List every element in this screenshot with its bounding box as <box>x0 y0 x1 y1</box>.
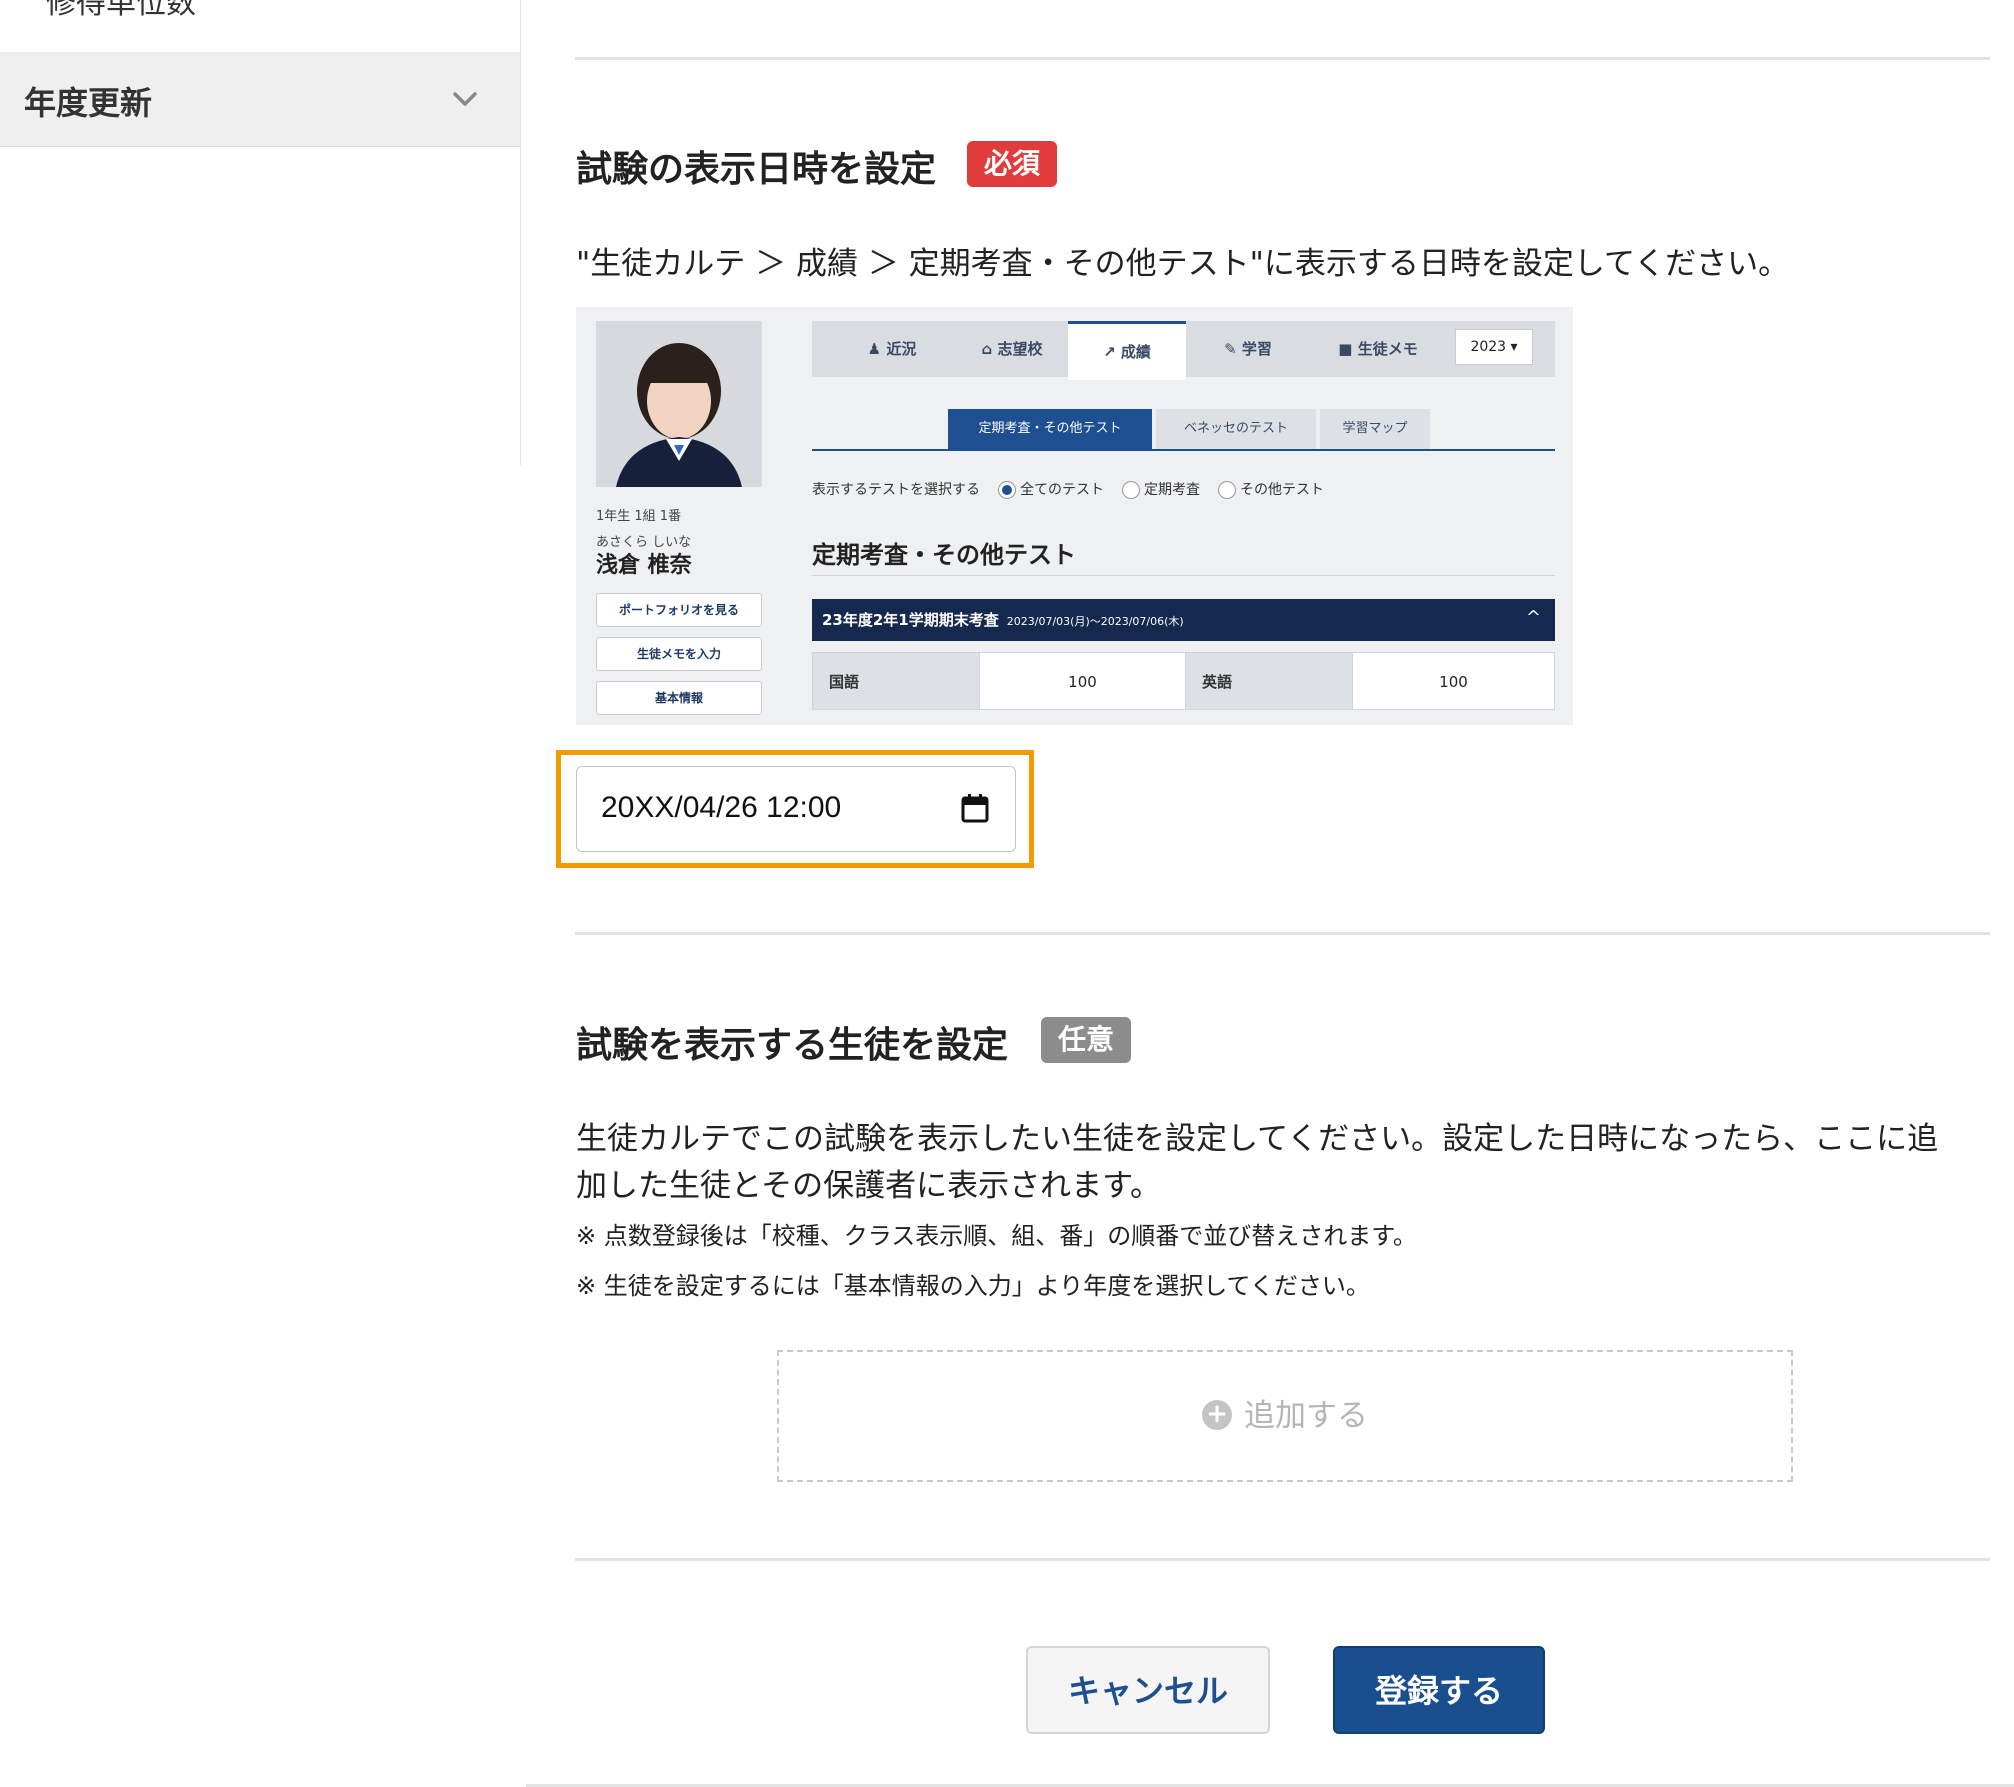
score-subject: 国語 <box>812 652 980 710</box>
divider <box>575 1558 1990 1561</box>
calendar-icon[interactable] <box>961 793 989 823</box>
sidebar-item-year-update[interactable]: 年度更新 <box>0 52 520 147</box>
divider <box>812 449 1555 451</box>
divider <box>575 932 1990 935</box>
radio-all <box>998 481 1016 499</box>
optional-badge: 任意 <box>1041 1017 1131 1063</box>
memo-input-button: 生徒メモを入力 <box>596 637 762 671</box>
subtab-study-map: 学習マップ <box>1320 409 1430 449</box>
tab-grades: ↗ 成績 <box>1068 321 1186 380</box>
sidebar-item-credits[interactable]: 修得単位数 <box>0 0 520 53</box>
portfolio-button: ポートフォリオを見る <box>596 593 762 627</box>
chevron-down-icon[interactable] <box>452 86 478 112</box>
student-photo <box>596 321 762 487</box>
exam-header-bar: 23年度2年1学期期末考査 2023/07/03(月)〜2023/07/06(木)… <box>812 599 1555 641</box>
sidebar: 修得単位数 年度更新 <box>0 0 521 465</box>
plus-circle-icon: + <box>1202 1399 1232 1430</box>
tab-student-memo: ■ 生徒メモ <box>1338 340 1418 358</box>
section-description: "生徒カルテ ＞ 成績 ＞ 定期考査・その他テスト"に表示する日時を設定してくだ… <box>576 246 1790 282</box>
note-sort-order: ※ 点数登録後は「校種、クラス表示順、組、番」の順番で並び替えされます。 <box>576 1222 1417 1250</box>
tab-recent: ♟ 近況 <box>867 340 917 358</box>
display-datetime-input[interactable]: 20XX/04/26 12:00 <box>576 766 1016 852</box>
chevron-up-icon: ^ <box>1525 607 1541 628</box>
tab-study: ✎ 学習 <box>1224 340 1272 358</box>
score-value: 100 <box>979 652 1186 710</box>
sidebar-item-label: 修得単位数 <box>46 0 196 21</box>
add-label: 追加する <box>1244 1398 1368 1434</box>
add-student-button[interactable]: + 追加する <box>777 1350 1793 1482</box>
exam-title: 23年度2年1学期期末考査 <box>822 611 999 629</box>
test-filter-radios: 表示するテストを選択する 全てのテスト 定期考査 その他テスト <box>812 481 1324 499</box>
basic-info-button: 基本情報 <box>596 681 762 715</box>
person-icon: ♟ <box>867 340 887 358</box>
sidebar-item-label: 年度更新 <box>24 84 153 122</box>
memo-icon: ■ <box>1338 340 1358 358</box>
section-description: 加した生徒とその保護者に表示されます。 <box>576 1168 1161 1204</box>
exam-dates: 2023/07/03(月)〜2023/07/06(木) <box>1006 615 1184 628</box>
section-title-display-date: 試験の表示日時を設定 <box>576 149 937 190</box>
student-name: 浅倉 椎奈 <box>596 553 692 578</box>
score-value: 100 <box>1352 652 1555 710</box>
tab-target-school: ⌂ 志望校 <box>981 340 1043 358</box>
chart-icon: ↗ <box>1103 343 1121 361</box>
subtab-regular-exams: 定期考査・その他テスト <box>948 409 1152 449</box>
divider <box>812 575 1555 576</box>
register-button[interactable]: 登録する <box>1333 1646 1545 1734</box>
year-select: 2023 ▾ <box>1455 329 1533 365</box>
example-screenshot: 1年生 1組 1番 あさくら しいな 浅倉 椎奈 ポートフォリオを見る 生徒メモ… <box>576 307 1573 725</box>
section-title-students: 試験を表示する生徒を設定 <box>576 1025 1009 1066</box>
student-grade-class: 1年生 1組 1番 <box>596 509 682 524</box>
building-icon: ⌂ <box>981 340 998 358</box>
note-select-year: ※ 生徒を設定するには「基本情報の入力」より年度を選択してください。 <box>576 1272 1370 1300</box>
preview-heading: 定期考査・その他テスト <box>812 541 1076 569</box>
radio-regular <box>1122 481 1140 499</box>
subtab-benesse: ベネッセのテスト <box>1156 409 1316 449</box>
divider <box>575 57 1990 60</box>
preview-tab-bar: ♟ 近況 ⌂ 志望校 ↗ 成績 ✎ 学習 ■ 生徒メモ 2023 ▾ <box>812 321 1555 380</box>
cancel-button[interactable]: キャンセル <box>1026 1646 1270 1734</box>
pencil-icon: ✎ <box>1224 340 1242 358</box>
radio-other <box>1218 481 1236 499</box>
section-description: 生徒カルテでこの試験を表示したい生徒を設定してください。設定した日時になったら、… <box>576 1121 1939 1157</box>
score-subject: 英語 <box>1185 652 1353 710</box>
required-badge: 必須 <box>967 141 1057 187</box>
datetime-value: 20XX/04/26 12:00 <box>601 791 842 824</box>
